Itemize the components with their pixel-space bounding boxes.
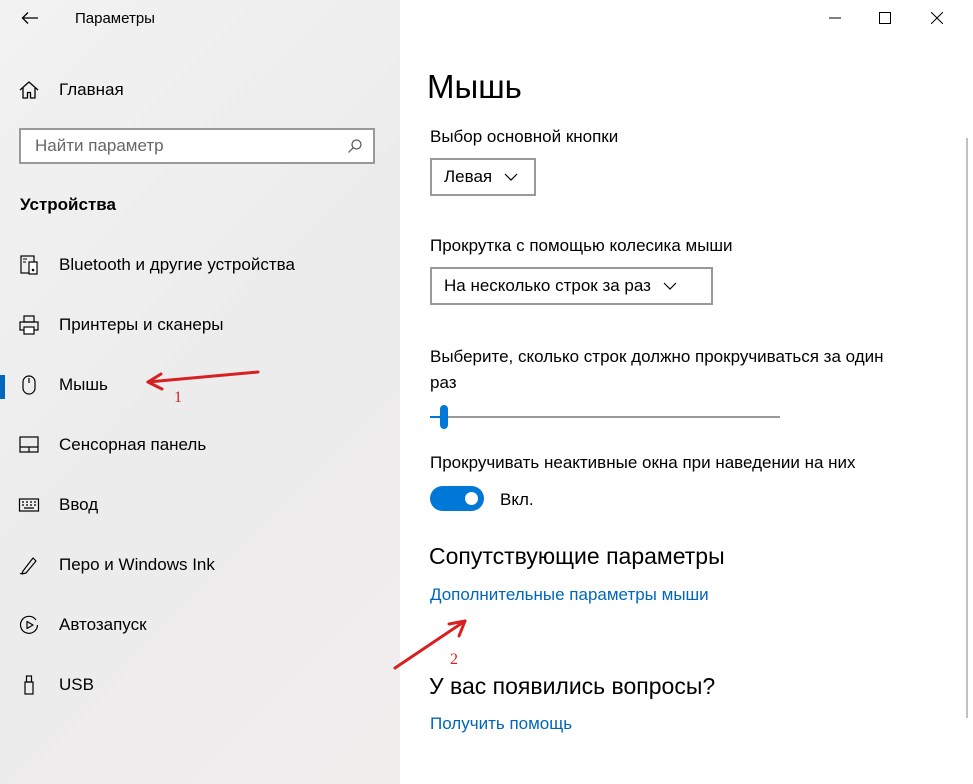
sidebar-section-title: Устройства [20,195,116,214]
slider-track [430,416,780,418]
page-title: Мышь [427,68,522,105]
sidebar: Параметры Главная Устройства Bluetooth и… [0,0,400,784]
slider-thumb[interactable] [440,405,448,429]
scroll-mode-dropdown[interactable]: На несколько строк за раз [430,267,713,305]
back-arrow-icon [21,12,38,24]
search-box[interactable] [19,128,375,164]
minimize-button[interactable] [809,0,861,36]
search-input[interactable] [21,135,337,157]
minimize-icon [829,17,841,19]
back-button[interactable] [8,4,52,32]
toggle-state-label: Вкл. [500,490,534,509]
sidebar-item-printers[interactable]: Принтеры и сканеры [0,305,400,345]
pen-icon [18,554,40,576]
sidebar-item-usb[interactable]: USB [0,665,400,705]
lines-to-scroll-label-line1: Выберите, сколько строк должно прокручив… [430,347,884,366]
maximize-icon [879,12,891,24]
sidebar-item-autoplay[interactable]: Автозапуск [0,605,400,645]
keyboard-icon [18,494,40,516]
dropdown-value: Левая [444,167,493,186]
additional-mouse-options-link[interactable]: Дополнительные параметры мыши [430,585,709,605]
close-icon [931,12,943,24]
sidebar-item-label: Перо и Windows Ink [59,555,215,574]
mouse-icon [18,374,40,396]
home-icon [19,81,39,99]
maximize-button[interactable] [859,0,911,36]
lines-to-scroll-label-line2: раз [430,373,457,392]
chevron-down-icon [504,173,518,181]
sidebar-item-pen[interactable]: Перо и Windows Ink [0,545,400,585]
chevron-down-icon [663,282,677,290]
sidebar-item-bluetooth[interactable]: Bluetooth и другие устройства [0,245,400,285]
sidebar-item-label: Принтеры и сканеры [59,315,224,334]
sidebar-item-label: Мышь [59,375,108,394]
touchpad-icon [18,434,40,456]
sidebar-item-label: Автозапуск [59,615,147,634]
sidebar-item-label: Сенсорная панель [59,435,207,454]
sidebar-item-label: Главная [59,80,124,99]
dropdown-value: На несколько строк за раз [444,276,651,295]
annotation-number-1: 1 [174,389,182,406]
questions-heading: У вас появились вопросы? [429,673,716,699]
sidebar-item-mouse[interactable]: Мышь [0,365,400,405]
sidebar-item-touchpad[interactable]: Сенсорная панель [0,425,400,465]
bluetooth-devices-icon [18,254,40,276]
autoplay-icon [18,614,40,636]
usb-icon [18,674,40,696]
primary-button-label: Выбор основной кнопки [430,127,619,146]
get-help-link[interactable]: Получить помощь [430,714,572,734]
main-pane: Мышь Выбор основной кнопки Левая Прокрут… [400,0,973,784]
inactive-scroll-label: Прокручивать неактивные окна при наведен… [430,453,856,472]
annotation-number-2: 2 [450,651,458,668]
primary-button-dropdown[interactable]: Левая [430,158,536,196]
sidebar-item-label: Bluetooth и другие устройства [59,255,295,274]
app-title: Параметры [75,10,155,27]
close-button[interactable] [911,0,963,36]
inactive-scroll-toggle[interactable] [430,486,484,511]
related-settings-heading: Сопутствующие параметры [429,543,725,569]
toggle-knob [465,492,478,505]
sidebar-item-label: Ввод [59,495,99,514]
sidebar-item-label: USB [59,675,94,694]
scroll-mode-label: Прокрутка с помощью колесика мыши [430,236,733,255]
printer-icon [18,314,40,336]
search-icon[interactable] [337,138,373,154]
lines-to-scroll-slider[interactable] [430,405,780,431]
sidebar-item-typing[interactable]: Ввод [0,485,400,525]
sidebar-item-home[interactable]: Главная [18,76,124,104]
scrollbar[interactable] [966,138,968,718]
